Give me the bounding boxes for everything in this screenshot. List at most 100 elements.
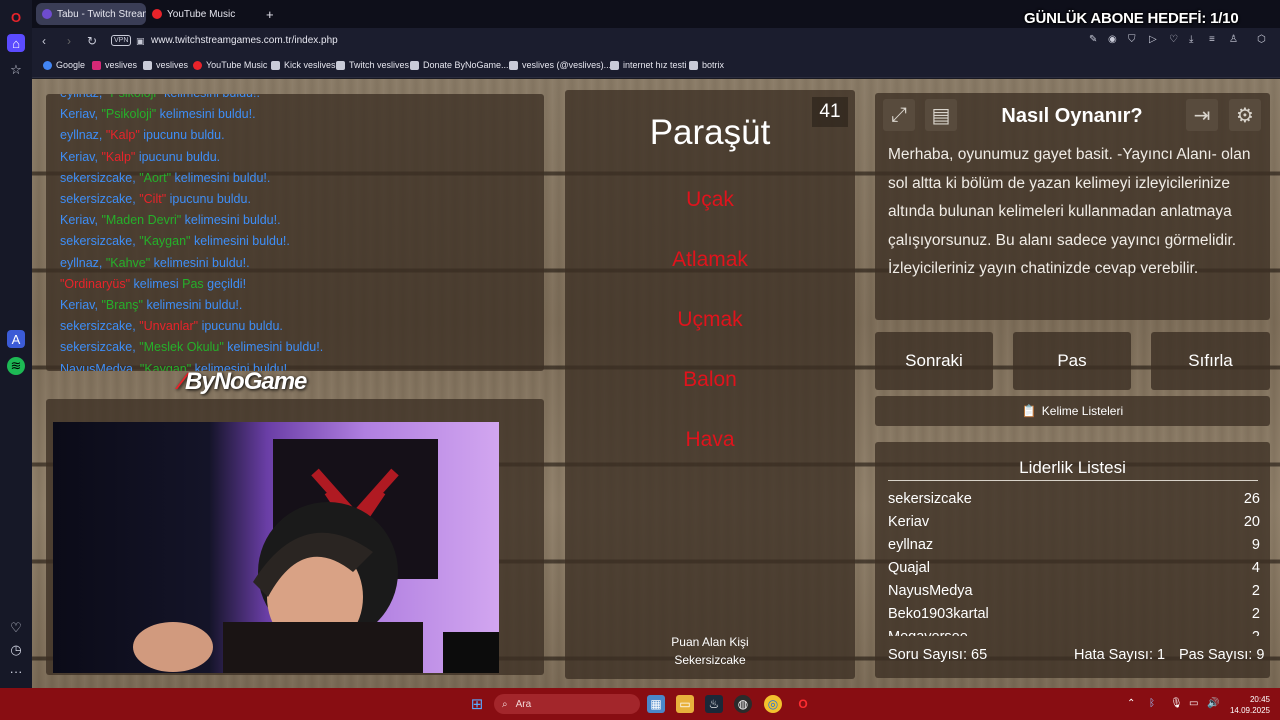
tab-tabu[interactable]: Tabu - Twitch Stream Gam	[36, 3, 146, 25]
word-lists-button[interactable]: 📋 Kelime Listeleri	[875, 396, 1270, 426]
forbidden-word: Atlamak	[672, 248, 748, 271]
next-button[interactable]: Sonraki	[875, 332, 993, 390]
bookmark-donate[interactable]: Donate ByNoGame...	[410, 60, 509, 70]
menu-icon[interactable]: ≡	[1209, 34, 1215, 45]
page-icon	[610, 60, 619, 70]
widgets-icon[interactable]: ▦	[647, 695, 665, 713]
chat-message: eyllnaz, "Psikoloji" kelimesini buldu!.	[60, 94, 260, 100]
tray-chevron-icon[interactable]: ⌃	[1127, 698, 1135, 709]
player-score: 9	[1251, 537, 1260, 553]
logout-icon[interactable]: ⇥	[1186, 99, 1218, 131]
leaderboard-row: Megaversee 2	[888, 626, 1260, 636]
obs-icon[interactable]: ◍	[734, 695, 752, 713]
error-count: Hata Sayısı: 1	[1074, 647, 1166, 663]
clock-date: 14.09.2025	[1229, 706, 1270, 715]
back-icon[interactable]: ‹	[42, 34, 46, 48]
chat-message: Keriav, "Psikoloji" kelimesini buldu!.	[60, 107, 256, 122]
bluetooth-icon[interactable]: ᛒ	[1149, 698, 1155, 709]
camera-icon[interactable]: ◉	[1108, 34, 1117, 45]
tab-title: YouTube Music	[167, 8, 236, 20]
bookmark-speed-test[interactable]: internet hız testi	[610, 60, 687, 70]
clipboard-icon: 📋	[1021, 404, 1037, 418]
leaderboard-row: Beko1903kartal 2	[888, 603, 1260, 626]
chat-message: sekersizcake, "Cilt" ipucunu buldu.	[60, 192, 251, 206]
aria-icon[interactable]: A	[7, 330, 25, 348]
opera-logo-icon[interactable]: O	[7, 8, 25, 26]
leaderboard-row: eyllnaz 9	[888, 534, 1260, 557]
bookmark-kick[interactable]: Kick veslives	[271, 60, 336, 70]
page-icon	[509, 60, 518, 70]
star-icon[interactable]: ☆	[7, 61, 25, 79]
system-clock[interactable]: 20:45 14.09.2025	[1226, 694, 1270, 716]
vpn-badge[interactable]: VPN	[111, 35, 132, 46]
spotify-icon[interactable]: ≋	[7, 357, 25, 375]
document-icon[interactable]: ▤	[925, 99, 957, 131]
microphone-icon[interactable]: 🎙	[1170, 698, 1183, 709]
reset-button[interactable]: Sıfırla	[1151, 332, 1270, 390]
search-icon: ⌕	[502, 698, 508, 710]
browser-sidebar: O ⌂ ☆ A ≋ ♡ ◷ ···	[0, 0, 32, 688]
bookmark-veslives-instagram[interactable]: veslives	[92, 60, 137, 70]
new-tab-button[interactable]: +	[260, 3, 280, 25]
bookmark-veslives[interactable]: veslives	[143, 60, 188, 70]
leaderboard-row: Keriav 20	[888, 511, 1260, 534]
bookmark-veslives-profile[interactable]: veslives (@veslives)...	[509, 60, 611, 70]
page-icon	[271, 60, 280, 70]
bookmark-youtube-music[interactable]: YouTube Music	[193, 60, 267, 70]
question-count: Soru Sayısı: 65	[888, 647, 988, 663]
download-icon[interactable]: ⤓	[1189, 34, 1193, 45]
twitch-favicon-icon	[42, 9, 52, 19]
lock-icon[interactable]: ▣	[136, 36, 145, 47]
bookmark-botrix[interactable]: botrix	[689, 60, 724, 70]
chat-message: Keriav, "Maden Devri" kelimesini buldu!.	[60, 213, 281, 228]
bynogame-mark-icon: ⁄	[180, 368, 184, 395]
forbidden-word: Uçak	[686, 188, 734, 211]
fullscreen-icon[interactable]: ⤢	[883, 99, 915, 131]
opera-taskbar-icon[interactable]: O	[794, 695, 812, 713]
profile-icon[interactable]: ♙	[1229, 34, 1238, 45]
more-icon[interactable]: ···	[7, 662, 25, 680]
play-icon[interactable]: ▷	[1149, 34, 1157, 45]
chat-message: Keriav, "Branş" kelimesini buldu!.	[60, 298, 243, 312]
forward-icon[interactable]: ›	[67, 34, 71, 48]
player-name: sekersizcake	[888, 491, 972, 507]
file-explorer-icon[interactable]: ▭	[676, 695, 694, 713]
reload-icon[interactable]: ↻	[87, 34, 97, 48]
bookmark-google[interactable]: Google	[43, 60, 85, 70]
display-icon[interactable]: ▭	[1189, 698, 1198, 709]
bynogame-logo: ⁄ByNoGame	[180, 368, 307, 395]
heart-outline-icon[interactable]: ♡	[1169, 34, 1178, 45]
player-score: 2	[1252, 626, 1260, 636]
edit-icon[interactable]: ✎	[1089, 34, 1097, 45]
heart-icon[interactable]: ♡	[7, 619, 25, 637]
history-icon[interactable]: ◷	[7, 641, 25, 659]
bookmark-twitch[interactable]: Twitch veslives	[336, 60, 409, 70]
taskbar-search[interactable]: ⌕ Ara	[494, 694, 640, 714]
start-icon[interactable]: ⊞	[468, 695, 486, 713]
how-to-play-text: Merhaba, oyunumuz gayet basit. -Yayıncı …	[888, 146, 1251, 277]
google-icon	[43, 60, 52, 70]
player-name: Keriav	[888, 514, 930, 530]
extensions-icon[interactable]: ⬡	[1257, 34, 1266, 45]
shield-icon[interactable]: ⛉	[1128, 34, 1136, 45]
url-field[interactable]: www.twitchstreamgames.com.tr/index.php	[151, 35, 338, 46]
tab-youtube-music[interactable]: YouTube Music	[146, 3, 256, 25]
chat-log: eyllnaz, "Psikoloji" kelimesini buldu!. K…	[46, 94, 544, 371]
home-icon[interactable]: ⌂	[7, 34, 25, 52]
how-to-play-title: Nasıl Oynanır?	[1001, 105, 1143, 127]
tab-title: Tabu - Twitch Stream Gam	[57, 8, 146, 20]
speaker-icon[interactable]: 🔊	[1207, 698, 1219, 709]
page-icon	[689, 60, 698, 70]
chrome-icon[interactable]: ◎	[764, 695, 782, 713]
pass-button[interactable]: Pas	[1013, 332, 1131, 390]
player-name: Quajal	[888, 560, 930, 576]
steam-icon[interactable]: ♨	[705, 695, 723, 713]
scorer-name: Sekersizcake	[674, 653, 746, 667]
page-icon	[410, 60, 419, 70]
main-word: Paraşüt	[649, 113, 771, 152]
address-bar: ‹ › ↻ VPN ▣ www.twitchstreamgames.com.tr…	[32, 28, 1280, 54]
chat-message: eyllnaz, "Kalp" ipucunu buldu.	[60, 128, 225, 143]
settings-gear-icon[interactable]: ⚙	[1229, 99, 1261, 131]
chat-message: sekersizcake, "Unvanlar" ipucunu buldu.	[60, 319, 283, 334]
streamer-image	[133, 439, 499, 673]
